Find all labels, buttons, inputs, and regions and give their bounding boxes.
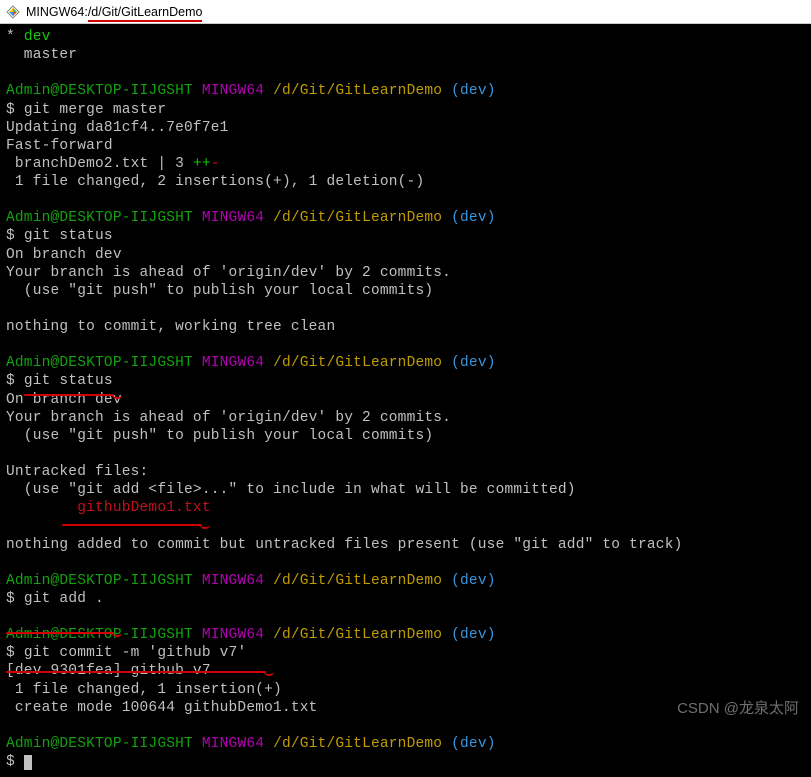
mingw-icon [6,5,20,19]
dollar-prompt: $ [6,754,24,770]
status-output: (use "git add <file>..." to include in w… [6,481,805,499]
status-output: On branch dev [6,246,805,264]
merge-output: Fast-forward [6,137,805,155]
merge-output: 1 file changed, 2 insertions(+), 1 delet… [6,173,805,191]
cursor [24,755,32,770]
cmd-merge: git merge master [24,102,166,118]
window-title: MINGW64:/d/Git/GitLearnDemo [26,5,202,19]
annotation-underline [24,394,114,396]
dollar-prompt: $ [6,373,24,389]
status-output: Your branch is ahead of 'origin/dev' by … [6,264,805,282]
status-output: (use "git push" to publish your local co… [6,282,805,300]
prompt-line: Admin@DESKTOP-IIJGSHT MINGW64 /d/Git/Git… [6,354,805,372]
cmd-commit: git commit -m 'github v7' [24,645,247,661]
cmd-status: git status [24,228,113,244]
status-output: nothing added to commit but untracked fi… [6,536,805,554]
untracked-file: githubDemo1.txt [6,500,211,516]
annotation-underline [6,671,266,673]
dollar-prompt: $ [6,591,24,607]
cmd-add: git add . [24,591,104,607]
status-output: (use "git push" to publish your local co… [6,427,805,445]
prompt-line: Admin@DESKTOP-IIJGSHT MINGW64 /d/Git/Git… [6,626,805,644]
prompt-line: Admin@DESKTOP-IIJGSHT MINGW64 /d/Git/Git… [6,572,805,590]
branch-master: master [6,46,805,64]
branch-dev: dev [24,29,51,45]
terminal-area[interactable]: * dev master Admin@DESKTOP-IIJGSHT MINGW… [0,24,811,777]
branch-star: * [6,29,15,45]
dollar-prompt: $ [6,228,24,244]
cmd-status: git status [24,373,113,389]
title-bar[interactable]: MINGW64:/d/Git/GitLearnDemo [0,0,811,24]
status-output: Your branch is ahead of 'origin/dev' by … [6,409,805,427]
status-output: Untracked files: [6,463,805,481]
status-output: On branch dev [6,391,805,409]
prompt-line: Admin@DESKTOP-IIJGSHT MINGW64 /d/Git/Git… [6,82,805,100]
annotation-underline [6,632,114,634]
merge-output: Updating da81cf4..7e0f7e1 [6,119,805,137]
dollar-prompt: $ [6,102,24,118]
commit-output: 1 file changed, 1 insertion(+) [6,681,805,699]
status-output: nothing to commit, working tree clean [6,318,805,336]
dollar-prompt: $ [6,645,24,661]
prompt-line: Admin@DESKTOP-IIJGSHT MINGW64 /d/Git/Git… [6,209,805,227]
annotation-underline [62,524,202,526]
commit-output: create mode 100644 githubDemo1.txt [6,699,805,717]
